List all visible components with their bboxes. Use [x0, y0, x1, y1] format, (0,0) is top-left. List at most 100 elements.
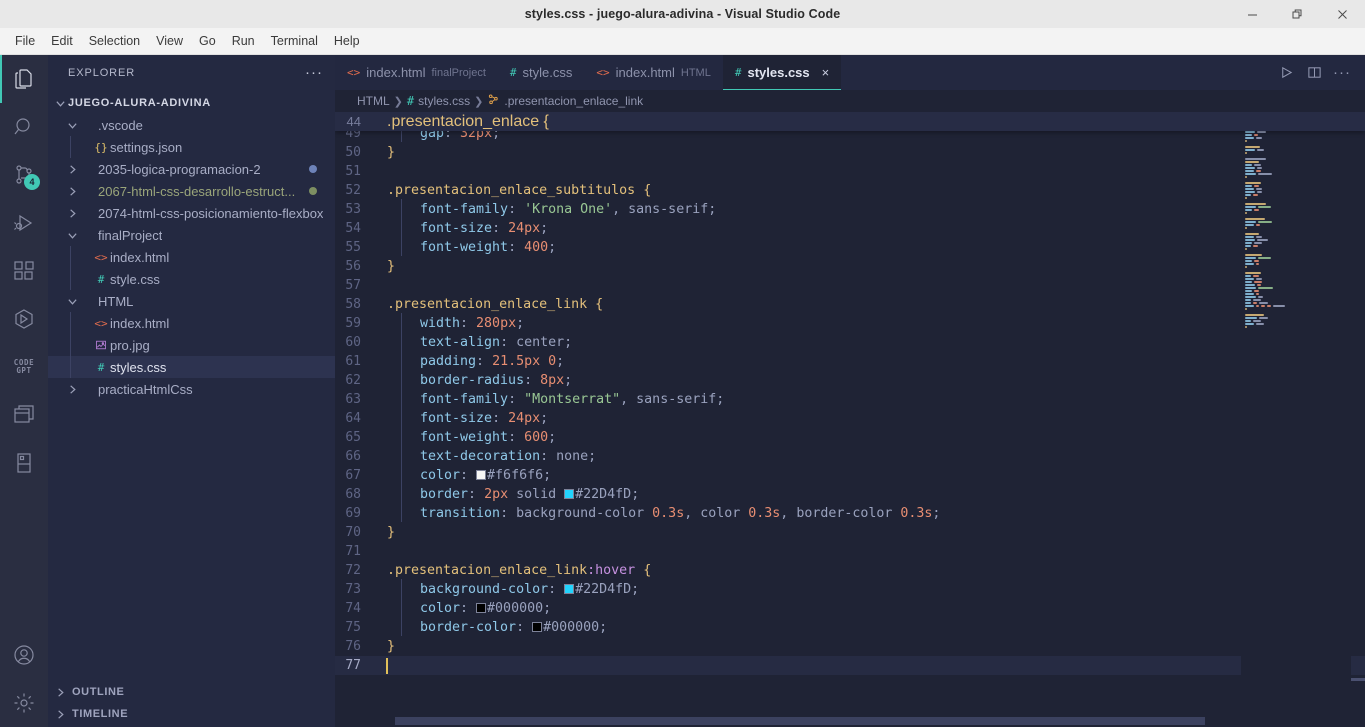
tree-item-html[interactable]: HTML — [48, 290, 335, 312]
line-number: 60 — [345, 335, 361, 350]
activity-docker[interactable] — [0, 295, 48, 343]
code-lines[interactable]: 48align-items: center;49gap: 32px;50}515… — [335, 112, 1365, 727]
tree-item-index-html[interactable]: <> index.html — [48, 312, 335, 334]
activity-settings[interactable] — [0, 679, 48, 727]
code-line-62[interactable]: 62 border-radius: 8px; — [335, 370, 1365, 390]
code-line-75[interactable]: 75 border-color: #000000; — [335, 617, 1365, 637]
editor-vertical-scrollbar[interactable] — [1351, 112, 1365, 727]
tree-item-2067-html-css-desarrollo-estruct-[interactable]: 2067-html-css-desarrollo-estruct... — [48, 180, 335, 202]
tab-styles-css[interactable]: # styles.css × — [722, 55, 842, 90]
breadcrumb-item-2[interactable]: .presentacion_enlace_link — [487, 93, 643, 109]
code-line-59[interactable]: 59 width: 280px; — [335, 313, 1365, 333]
tree-item-finalproject[interactable]: finalProject — [48, 224, 335, 246]
color-swatch[interactable] — [476, 603, 487, 613]
code-line-51[interactable]: 51 — [335, 162, 1365, 181]
menu-view[interactable]: View — [148, 31, 191, 51]
code-line-71[interactable]: 71 — [335, 542, 1365, 561]
code-line-65[interactable]: 65 font-weight: 600; — [335, 427, 1365, 447]
code-line-52[interactable]: 52 .presentacion_enlace_subtitulos { — [335, 181, 1365, 200]
activity-extensions[interactable] — [0, 247, 48, 295]
tree-item--vscode[interactable]: .vscode — [48, 114, 335, 136]
code-line-58[interactable]: 58 .presentacion_enlace_link { — [335, 295, 1365, 314]
code-line-69[interactable]: 69 transition: background-color 0.3s, col… — [335, 503, 1365, 523]
more-actions-button[interactable]: ··· — [1329, 60, 1355, 86]
file-tree[interactable]: JUEGO-ALURA-ADIVINA .vscode {} settings.jso… — [48, 90, 335, 681]
menu-terminal[interactable]: Terminal — [263, 31, 326, 51]
tab-style-css[interactable]: # style.css — [498, 55, 584, 90]
horizontal-scrollbar-thumb[interactable] — [395, 717, 1205, 725]
code-line-66[interactable]: 66 text-decoration: none; — [335, 446, 1365, 466]
css-rule-icon — [487, 93, 500, 109]
tree-item-practicahtmlcss[interactable]: practicaHtmlCss — [48, 378, 335, 400]
editor-horizontal-scrollbar[interactable] — [335, 715, 1241, 727]
activity-search[interactable] — [0, 103, 48, 151]
chevron-down-icon — [67, 298, 77, 305]
tab-index-html-finalproject[interactable]: <> index.html finalProject — [335, 55, 498, 90]
activity-codegpt[interactable]: CODE GPT — [0, 343, 48, 391]
code-line-57[interactable]: 57 — [335, 276, 1365, 295]
sidebar-more-actions[interactable]: ··· — [305, 65, 323, 80]
color-swatch[interactable] — [532, 622, 543, 632]
menu-edit[interactable]: Edit — [43, 31, 81, 51]
tree-item-settings-json[interactable]: {} settings.json — [48, 136, 335, 158]
tree-item-2035-logica-programacion-2[interactable]: 2035-logica-programacion-2 — [48, 158, 335, 180]
activity-accounts[interactable] — [0, 631, 48, 679]
color-swatch[interactable] — [564, 489, 575, 499]
color-swatch[interactable] — [476, 470, 487, 480]
split-editor-button[interactable] — [1301, 60, 1327, 86]
run-button[interactable] — [1273, 60, 1299, 86]
activity-run-debug[interactable] — [0, 199, 48, 247]
sticky-scroll-header[interactable]: 44 .presentacion_enlace { — [335, 112, 1365, 131]
code-token: : — [492, 221, 509, 236]
code-editor[interactable]: 48align-items: center;49gap: 32px;50}515… — [335, 112, 1365, 727]
code-line-73[interactable]: 73 background-color: #22D4fD; — [335, 579, 1365, 599]
line-number: 67 — [345, 468, 361, 483]
restore-button[interactable] — [1275, 0, 1320, 28]
tree-item-index-html[interactable]: <> index.html — [48, 246, 335, 268]
color-swatch[interactable] — [564, 584, 575, 594]
code-line-53[interactable]: 53 font-family: 'Krona One', sans-serif; — [335, 199, 1365, 219]
code-line-60[interactable]: 60 text-align: center; — [335, 332, 1365, 352]
code-line-64[interactable]: 64 font-size: 24px; — [335, 408, 1365, 428]
activity-live-preview[interactable] — [0, 391, 48, 439]
code-line-77[interactable]: 77 — [335, 656, 1365, 675]
indent-guide — [70, 312, 71, 334]
menu-run[interactable]: Run — [224, 31, 263, 51]
activity-explorer[interactable] — [0, 55, 48, 103]
tab-index-html-html[interactable]: <> index.html HTML — [584, 55, 722, 90]
code-line-50[interactable]: 50} — [335, 143, 1365, 162]
activity-source-control[interactable]: 4 — [0, 151, 48, 199]
minimize-button[interactable] — [1230, 0, 1275, 28]
breadcrumb-item-0[interactable]: HTML — [357, 94, 390, 108]
tree-item-style-css[interactable]: # style.css — [48, 268, 335, 290]
code-line-54[interactable]: 54 font-size: 24px; — [335, 218, 1365, 238]
indent-guide — [70, 334, 71, 356]
menu-help[interactable]: Help — [326, 31, 368, 51]
code-line-74[interactable]: 74 color: #000000; — [335, 598, 1365, 618]
code-line-67[interactable]: 67 color: #f6f6f6; — [335, 465, 1365, 485]
line-content: .presentacion_enlace_link:hover { — [387, 563, 651, 578]
tree-item-styles-css[interactable]: # styles.css — [48, 356, 335, 378]
tree-item-pro-jpg[interactable]: pro.jpg — [48, 334, 335, 356]
sidebar-panel-outline[interactable]: OUTLINE — [48, 681, 335, 703]
close-button[interactable] — [1320, 0, 1365, 28]
line-content: text-align: center; — [401, 332, 572, 351]
breadcrumb-separator: ❯ — [474, 95, 484, 108]
code-line-55[interactable]: 55 font-weight: 400; — [335, 237, 1365, 257]
menu-selection[interactable]: Selection — [81, 31, 148, 51]
code-line-63[interactable]: 63 font-family: "Montserrat", sans-serif; — [335, 389, 1365, 409]
menu-file[interactable]: File — [7, 31, 43, 51]
code-line-61[interactable]: 61 padding: 21.5px 0; — [335, 351, 1365, 371]
tab-close-icon[interactable]: × — [822, 66, 830, 79]
activity-database[interactable] — [0, 439, 48, 487]
sidebar-panel-timeline[interactable]: TIMELINE — [48, 703, 335, 725]
code-line-70[interactable]: 70} — [335, 523, 1365, 542]
code-line-72[interactable]: 72 .presentacion_enlace_link:hover { — [335, 561, 1365, 580]
tree-item-2074-html-css-posicionamiento-flexbox[interactable]: 2074-html-css-posicionamiento-flexbox — [48, 202, 335, 224]
menu-go[interactable]: Go — [191, 31, 224, 51]
code-line-56[interactable]: 56} — [335, 257, 1365, 276]
tree-root[interactable]: JUEGO-ALURA-ADIVINA — [48, 92, 335, 114]
code-line-68[interactable]: 68 border: 2px solid #22D4fD; — [335, 484, 1365, 504]
code-line-76[interactable]: 76} — [335, 637, 1365, 656]
breadcrumb-item-1[interactable]: # styles.css — [407, 94, 470, 108]
